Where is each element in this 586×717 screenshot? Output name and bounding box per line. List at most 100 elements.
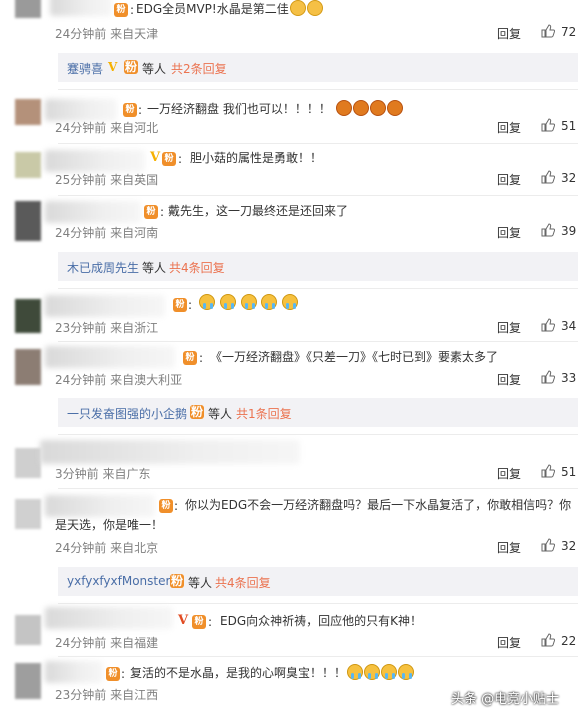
fan-badge-icon: 粉 (183, 351, 197, 365)
fan-badge-icon: 粉 (124, 60, 138, 74)
comment-meta: 24分钟前 来自北京 (55, 541, 159, 555)
sub-reply-user[interactable]: 蹇骋喜 (67, 60, 103, 77)
comment-meta: 3分钟前 来自广东 (55, 467, 151, 481)
thumbs-up-icon[interactable] (541, 318, 555, 332)
reply-button[interactable]: 回复 (497, 634, 521, 651)
fan-badge-icon: 粉 (106, 667, 120, 681)
like-count: 72 (561, 25, 577, 39)
divider (58, 195, 578, 196)
thumbs-up-icon[interactable] (541, 370, 555, 384)
crying-emoji-icon (240, 294, 257, 310)
reply-button[interactable]: 回复 (497, 224, 521, 241)
comment-text: 复活的不是水晶，是我的心啊臭宝！！！ (130, 663, 415, 683)
sub-reply-user[interactable]: yxfyxfyxfMonster (67, 574, 170, 588)
thumbs-up-icon[interactable] (541, 538, 555, 552)
thumbs-up-icon[interactable] (541, 118, 555, 132)
sub-replies-box[interactable]: 一只发奋图强的小企鹅 粉 等人 共1条回复 (58, 398, 578, 427)
username-blurred[interactable] (45, 346, 175, 368)
divider (58, 143, 578, 144)
thumbs-up-icon[interactable] (541, 633, 555, 647)
like-count: 22 (561, 634, 577, 648)
sub-reply-count-link[interactable]: 共4条回复 (169, 259, 225, 276)
sub-reply-suffix: 等人 (208, 407, 233, 421)
crying-emoji-icon (381, 664, 398, 680)
comment-text: 《一万经济翻盘》《只差一刀》《七时已到》要素太多了 (210, 350, 499, 364)
username-blurred[interactable] (45, 495, 155, 517)
reply-button[interactable]: 回复 (497, 371, 521, 388)
comment-text: EDG向众神祈祷，回应他的只有K神！ (220, 614, 422, 628)
reply-button[interactable]: 回复 (497, 119, 521, 136)
avatar[interactable] (15, 499, 41, 529)
fire-emoji-icon (369, 100, 386, 116)
dog-emoji-icon (289, 0, 306, 16)
fan-badge-icon: 粉 (123, 103, 137, 117)
crying-emoji-icon (199, 294, 215, 310)
avatar[interactable] (15, 299, 41, 333)
divider (58, 341, 578, 342)
sub-reply-count-link[interactable]: 共1条回复 (236, 405, 292, 422)
sub-reply-suffix: 等人 (142, 261, 167, 275)
username-blurred[interactable] (40, 440, 300, 464)
username-blurred[interactable] (45, 150, 145, 172)
reply-button[interactable]: 回复 (497, 465, 521, 482)
divider (58, 603, 578, 604)
thumbs-up-icon[interactable] (541, 24, 555, 38)
avatar[interactable] (15, 615, 41, 645)
comment-meta: 24分钟前 来自河南 (55, 226, 159, 240)
username-blurred[interactable] (45, 607, 173, 629)
avatar[interactable] (15, 663, 41, 699)
sub-reply-count-link[interactable]: 共4条回复 (215, 574, 271, 591)
reply-button[interactable]: 回复 (497, 171, 521, 188)
sub-replies-box[interactable]: yxfyxfyxfMonster 粉 等人 共4条回复 (58, 567, 578, 596)
divider (58, 288, 578, 289)
reply-button[interactable]: 回复 (497, 319, 521, 336)
colon: : (130, 3, 135, 17)
sub-reply-user[interactable]: 木已成周先生 (67, 259, 139, 276)
crying-emoji-icon (261, 294, 278, 310)
colon: : (160, 205, 165, 219)
thumbs-up-icon[interactable] (541, 223, 555, 237)
divider (58, 89, 578, 90)
comment-text: 一万经济翻盘 我们也可以！！！！ (147, 99, 403, 119)
comment-meta: 24分钟前 来自福建 (55, 636, 159, 650)
comment-text: 你以为EDG不会一万经济翻盘吗？最后一下水晶复活了，你敢相信吗？你 (185, 498, 572, 512)
like-count: 51 (561, 465, 577, 479)
verified-v-icon: V (150, 150, 161, 165)
comment-meta: 24分钟前 来自天津 (55, 27, 159, 41)
thumbs-up-icon[interactable] (541, 170, 555, 184)
watermark: 头条 @电竞小贴士 (451, 692, 560, 707)
divider (58, 488, 578, 489)
avatar[interactable] (15, 448, 41, 478)
username-blurred[interactable] (50, 0, 112, 16)
avatar[interactable] (15, 349, 41, 385)
avatar[interactable] (15, 152, 41, 178)
username-blurred[interactable] (45, 201, 141, 223)
reply-button[interactable]: 回复 (497, 539, 521, 556)
username-blurred[interactable] (45, 295, 165, 317)
comment-meta: 25分钟前 来自英国 (55, 173, 159, 187)
dog-emoji-icon (306, 0, 323, 16)
comment-meta: 24分钟前 来自澳大利亚 (55, 373, 183, 387)
avatar[interactable] (15, 201, 41, 241)
avatar[interactable] (15, 0, 41, 18)
comment-text: 胆小菇的属性是勇敢！！ (190, 151, 323, 165)
sub-replies-box[interactable]: 蹇骋喜 V 粉 等人 共2条回复 (58, 53, 578, 82)
sub-reply-user[interactable]: 一只发奋图强的小企鹅 (67, 405, 187, 422)
fan-badge-icon: 粉 (170, 574, 184, 588)
divider (58, 656, 578, 657)
reply-button[interactable]: 回复 (497, 25, 521, 42)
fan-badge-icon: 粉 (144, 205, 158, 219)
verified-v-icon: V (178, 613, 189, 628)
username-blurred[interactable] (45, 661, 103, 683)
comment-feed: 粉 : EDG全员MVP!水晶是第二佳 24分钟前 来自天津 回复 72 蹇骋喜… (0, 0, 586, 717)
thumbs-up-icon[interactable] (541, 464, 555, 478)
avatar[interactable] (15, 99, 41, 125)
sub-replies-box[interactable]: 木已成周先生 等人 共4条回复 (58, 252, 578, 281)
colon: : (188, 298, 193, 312)
divider (58, 434, 578, 435)
sub-reply-suffix: 等人 (188, 576, 213, 590)
username-blurred[interactable] (45, 99, 117, 121)
like-count: 33 (561, 371, 577, 385)
crying-emoji-icon (282, 294, 299, 310)
sub-reply-count-link[interactable]: 共2条回复 (171, 60, 227, 77)
